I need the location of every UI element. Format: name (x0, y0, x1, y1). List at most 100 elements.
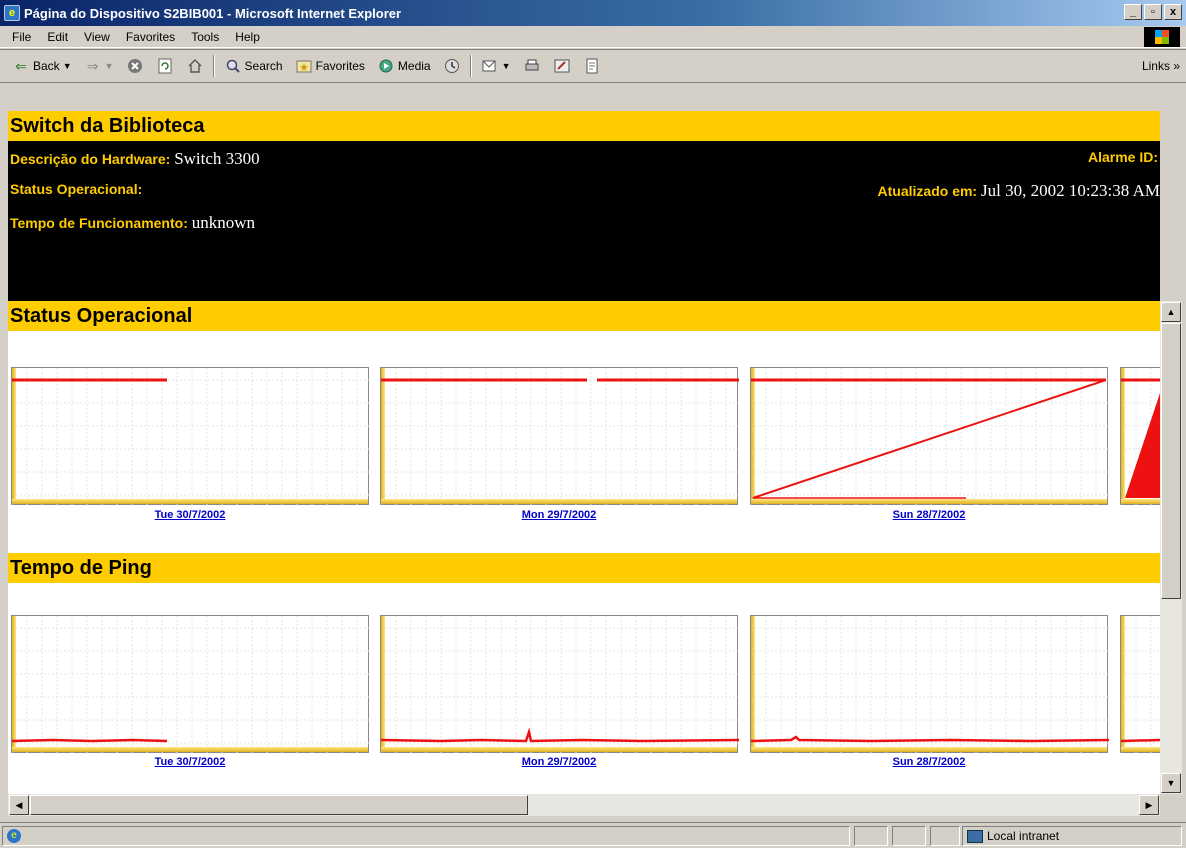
forward-arrow-icon: ⇒ (86, 57, 99, 74)
status-fill (1125, 393, 1160, 498)
home-button[interactable] (180, 53, 210, 79)
dropdown-arrow-icon: ▼ (104, 61, 114, 71)
status-chart-sun (750, 367, 1109, 506)
media-button[interactable]: Media (371, 53, 437, 79)
horizontal-scroll-thumb[interactable] (30, 795, 528, 815)
status-charts: Tue 30/7/2002 Mon 29/7/2002 Sun 28/7/200… (8, 331, 1160, 553)
window-title-bar: e Página do Dispositivo S2BIB001 - Micro… (0, 0, 1186, 26)
operational-status-label: Status Operacional: (10, 181, 143, 197)
zone-cell: Local intranet (962, 826, 1182, 846)
status-bar: e Local intranet (0, 822, 1186, 848)
home-icon (186, 57, 204, 75)
vertical-scrollbar[interactable]: ▲ ▼ (1160, 301, 1182, 795)
status-section-heading: Status Operacional (8, 301, 1160, 331)
progress-cell (854, 826, 888, 846)
hardware-description-label: Descrição do Hardware: (10, 151, 171, 167)
discuss-icon (583, 57, 601, 75)
mail-icon (481, 57, 499, 75)
status-line (752, 379, 1107, 499)
ping-date-link-sun[interactable]: Sun 28/7/2002 (750, 756, 1108, 768)
windows-logo-icon (1144, 27, 1180, 47)
security-cell (892, 826, 926, 846)
window-title: Página do Dispositivo S2BIB001 - Microso… (24, 5, 402, 21)
menu-file[interactable]: File (4, 30, 39, 44)
stop-icon (126, 57, 144, 75)
ie-logo-icon: e (4, 5, 20, 21)
ping-line (381, 727, 739, 743)
local-intranet-icon (967, 829, 983, 843)
updated-at-label: Atualizado em: (877, 183, 978, 199)
zone-label: Local intranet (987, 829, 1060, 843)
favorites-icon (295, 57, 313, 75)
ping-line (751, 735, 1109, 743)
updated-at-value: Jul 30, 2002 10:23:38 AM (981, 181, 1160, 200)
history-icon (443, 57, 461, 75)
status-date-link-tue[interactable]: Tue 30/7/2002 (11, 509, 369, 521)
uptime-value: unknown (191, 213, 256, 232)
alarm-id-label: Alarme ID: (1087, 149, 1158, 165)
edit-icon (553, 57, 571, 75)
print-button[interactable] (517, 53, 547, 79)
dropdown-arrow-icon: ▼ (501, 61, 511, 71)
scrollbar-corner (1160, 794, 1182, 816)
print-icon (523, 57, 541, 75)
links-toolbar-button[interactable]: Links » (1142, 59, 1180, 73)
stop-button[interactable] (120, 53, 150, 79)
status-chart-tue (11, 367, 370, 506)
scroll-right-button[interactable]: ▶ (1139, 795, 1159, 815)
ping-chart-sun (750, 615, 1109, 754)
forward-button[interactable]: ⇒ ▼ (78, 53, 120, 79)
media-icon (377, 57, 395, 75)
minimize-button[interactable]: _ (1124, 4, 1142, 20)
horizontal-scrollbar[interactable]: ◀ ▶ (8, 794, 1160, 816)
media-label: Media (397, 59, 431, 73)
menu-help[interactable]: Help (227, 30, 268, 44)
close-button[interactable]: x (1164, 4, 1182, 20)
back-label: Back (33, 59, 60, 73)
history-button[interactable] (437, 53, 467, 79)
device-name-heading: Switch da Biblioteca (8, 111, 1160, 141)
ping-chart-mon (380, 615, 739, 754)
hardware-description-value: Switch 3300 (174, 149, 260, 168)
back-button[interactable]: ⇐ Back ▼ (6, 53, 78, 79)
status-chart-partial (1120, 367, 1160, 506)
menu-tools[interactable]: Tools (183, 30, 227, 44)
status-chart-mon (380, 367, 739, 506)
dropdown-arrow-icon: ▼ (62, 61, 72, 71)
scroll-left-button[interactable]: ◀ (9, 795, 29, 815)
ping-date-link-mon[interactable]: Mon 29/7/2002 (380, 756, 738, 768)
discuss-button[interactable] (577, 53, 607, 79)
ping-line (1121, 738, 1160, 743)
favorites-label: Favorites (315, 59, 365, 73)
search-icon (224, 57, 242, 75)
ping-chart-partial (1120, 615, 1160, 754)
page-status-cell: e (2, 826, 850, 846)
privacy-cell (930, 826, 960, 846)
status-date-link-sun[interactable]: Sun 28/7/2002 (750, 509, 1108, 521)
search-label: Search (244, 59, 283, 73)
mail-button[interactable]: ▼ (475, 53, 517, 79)
edit-button[interactable] (547, 53, 577, 79)
menu-favorites[interactable]: Favorites (118, 30, 183, 44)
refresh-button[interactable] (150, 53, 180, 79)
scroll-down-button[interactable]: ▼ (1161, 773, 1181, 793)
toolbar-separator (212, 55, 215, 77)
menu-bar: File Edit View Favorites Tools Help (0, 26, 1186, 48)
back-arrow-icon: ⇐ (15, 57, 27, 74)
ping-section-heading: Tempo de Ping (8, 553, 1160, 583)
maximize-button[interactable]: ▫ (1144, 4, 1162, 20)
toolbar-separator (469, 55, 472, 77)
status-date-link-mon[interactable]: Mon 29/7/2002 (380, 509, 738, 521)
menu-view[interactable]: View (76, 30, 118, 44)
ping-line (12, 738, 168, 743)
scroll-up-button[interactable]: ▲ (1161, 302, 1181, 322)
search-button[interactable]: Search (218, 53, 289, 79)
menu-edit[interactable]: Edit (39, 30, 76, 44)
device-info-panel: Descrição do Hardware: Switch 3300 Alarm… (8, 141, 1160, 301)
favorites-button[interactable]: Favorites (289, 53, 371, 79)
ping-date-link-tue[interactable]: Tue 30/7/2002 (11, 756, 369, 768)
page-viewport: Switch da Biblioteca Descrição do Hardwa… (8, 111, 1160, 794)
ie-page-icon: e (7, 829, 21, 843)
refresh-icon (156, 57, 174, 75)
vertical-scroll-thumb[interactable] (1161, 323, 1181, 599)
